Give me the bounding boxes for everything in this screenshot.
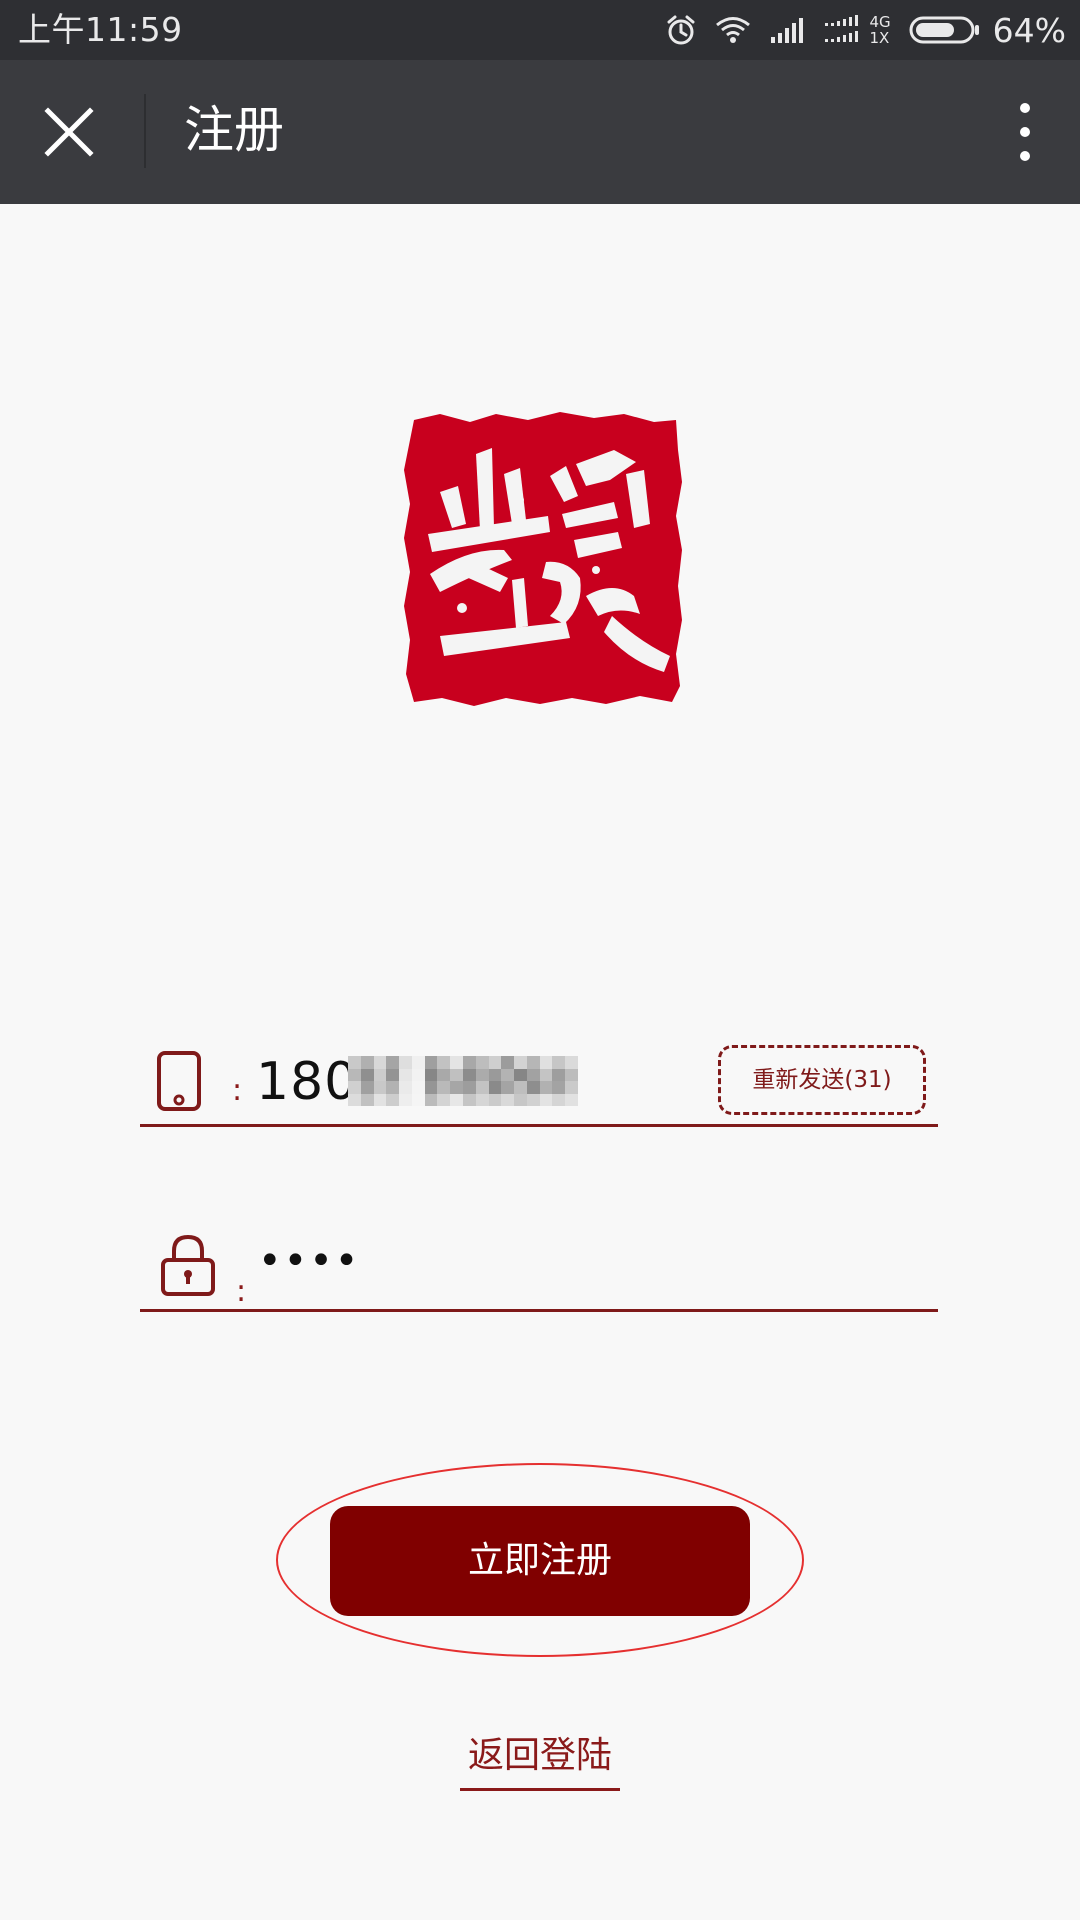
battery-percent: 64%	[992, 10, 1066, 50]
resend-code-button[interactable]: 重新发送(31)	[718, 1045, 926, 1115]
status-bar: 上午11:59 4G 1X 64%	[0, 0, 1080, 60]
title-divider	[144, 94, 146, 168]
redacted-phone-digits	[348, 1056, 578, 1106]
lock-icon	[161, 1234, 215, 1296]
back-to-login-link[interactable]: 返回登陆	[460, 1730, 620, 1791]
page-title: 注册	[184, 101, 284, 159]
status-time: 上午11:59	[18, 10, 183, 49]
phone-input[interactable]: 180	[256, 1052, 358, 1112]
title-bar: 注册	[0, 60, 1080, 204]
code-colon: :	[236, 1274, 247, 1309]
network-bottom-label: 1X	[869, 29, 890, 47]
network-type-label: 4G 1X	[869, 14, 890, 46]
verification-code-field[interactable]: : ••••	[140, 1215, 938, 1312]
seal-logo	[400, 410, 684, 708]
phone-colon: :	[232, 1073, 243, 1108]
more-options-button[interactable]	[1010, 100, 1040, 164]
battery-icon	[909, 15, 981, 45]
status-icons: 4G 1X 64%	[665, 0, 1066, 60]
close-icon	[44, 107, 94, 157]
phone-icon	[157, 1051, 201, 1111]
more-vertical-icon	[1020, 103, 1030, 161]
alarm-icon	[665, 14, 697, 46]
signal-icon	[769, 17, 805, 43]
code-input[interactable]: ••••	[258, 1241, 360, 1281]
register-button[interactable]: 立即注册	[330, 1506, 750, 1616]
phone-field[interactable]: : 180 重新发送(31)	[140, 1030, 938, 1127]
network-top-label: 4G	[869, 13, 891, 31]
close-button[interactable]	[42, 105, 96, 159]
wifi-icon	[715, 16, 751, 44]
signal-icon	[823, 15, 861, 45]
